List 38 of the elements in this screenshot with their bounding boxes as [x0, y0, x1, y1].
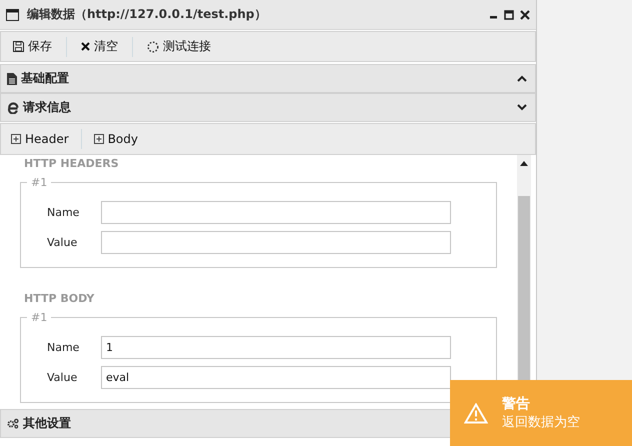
spinner-icon: [147, 40, 159, 52]
close-icon: [81, 42, 90, 51]
section-heading: HTTP BODY: [24, 292, 96, 305]
fieldset-legend: #1: [27, 311, 52, 324]
window-icon: [6, 8, 19, 20]
input-field[interactable]: [101, 200, 451, 224]
panel-header[interactable]: 请求信息: [0, 93, 536, 122]
document-icon: [7, 72, 17, 84]
clear-button[interactable]: 清空: [77, 38, 122, 55]
browser-e-icon: [7, 102, 19, 114]
test-connection-button[interactable]: 测试连接: [143, 38, 215, 55]
tab[interactable]: Body: [90, 132, 142, 146]
field-label: Value: [47, 236, 78, 248]
input-field[interactable]: [101, 230, 451, 254]
field-label: Value: [47, 370, 78, 384]
input-field[interactable]: eval: [101, 366, 451, 388]
panel-title: 请求信息: [23, 99, 71, 116]
save-icon: [13, 41, 24, 52]
plus-box-icon: [11, 134, 21, 144]
chevron-icon[interactable]: [517, 75, 527, 82]
tab[interactable]: Header: [7, 132, 73, 146]
fieldset-legend: #1: [27, 176, 52, 189]
panel-title: 其他设置: [23, 415, 71, 432]
maximize-icon[interactable]: [504, 10, 514, 20]
panel-title: 基础配置: [21, 70, 69, 87]
scroll-up-icon[interactable]: [520, 161, 528, 166]
field-label: Name: [47, 206, 80, 218]
save-button[interactable]: 保存: [9, 38, 56, 55]
field-label: Name: [47, 340, 80, 354]
panel-header[interactable]: 基础配置: [0, 64, 536, 93]
section-heading: HTTP HEADERS: [24, 157, 120, 170]
window-title: 编辑数据（http://127.0.0.1/test.php）: [27, 6, 266, 23]
close-icon[interactable]: [520, 10, 530, 20]
gears-icon: [7, 418, 19, 429]
warning-icon: [464, 402, 488, 424]
plus-box-icon: [94, 134, 104, 144]
chevron-icon[interactable]: [517, 104, 527, 111]
input-field[interactable]: 1: [101, 336, 451, 358]
